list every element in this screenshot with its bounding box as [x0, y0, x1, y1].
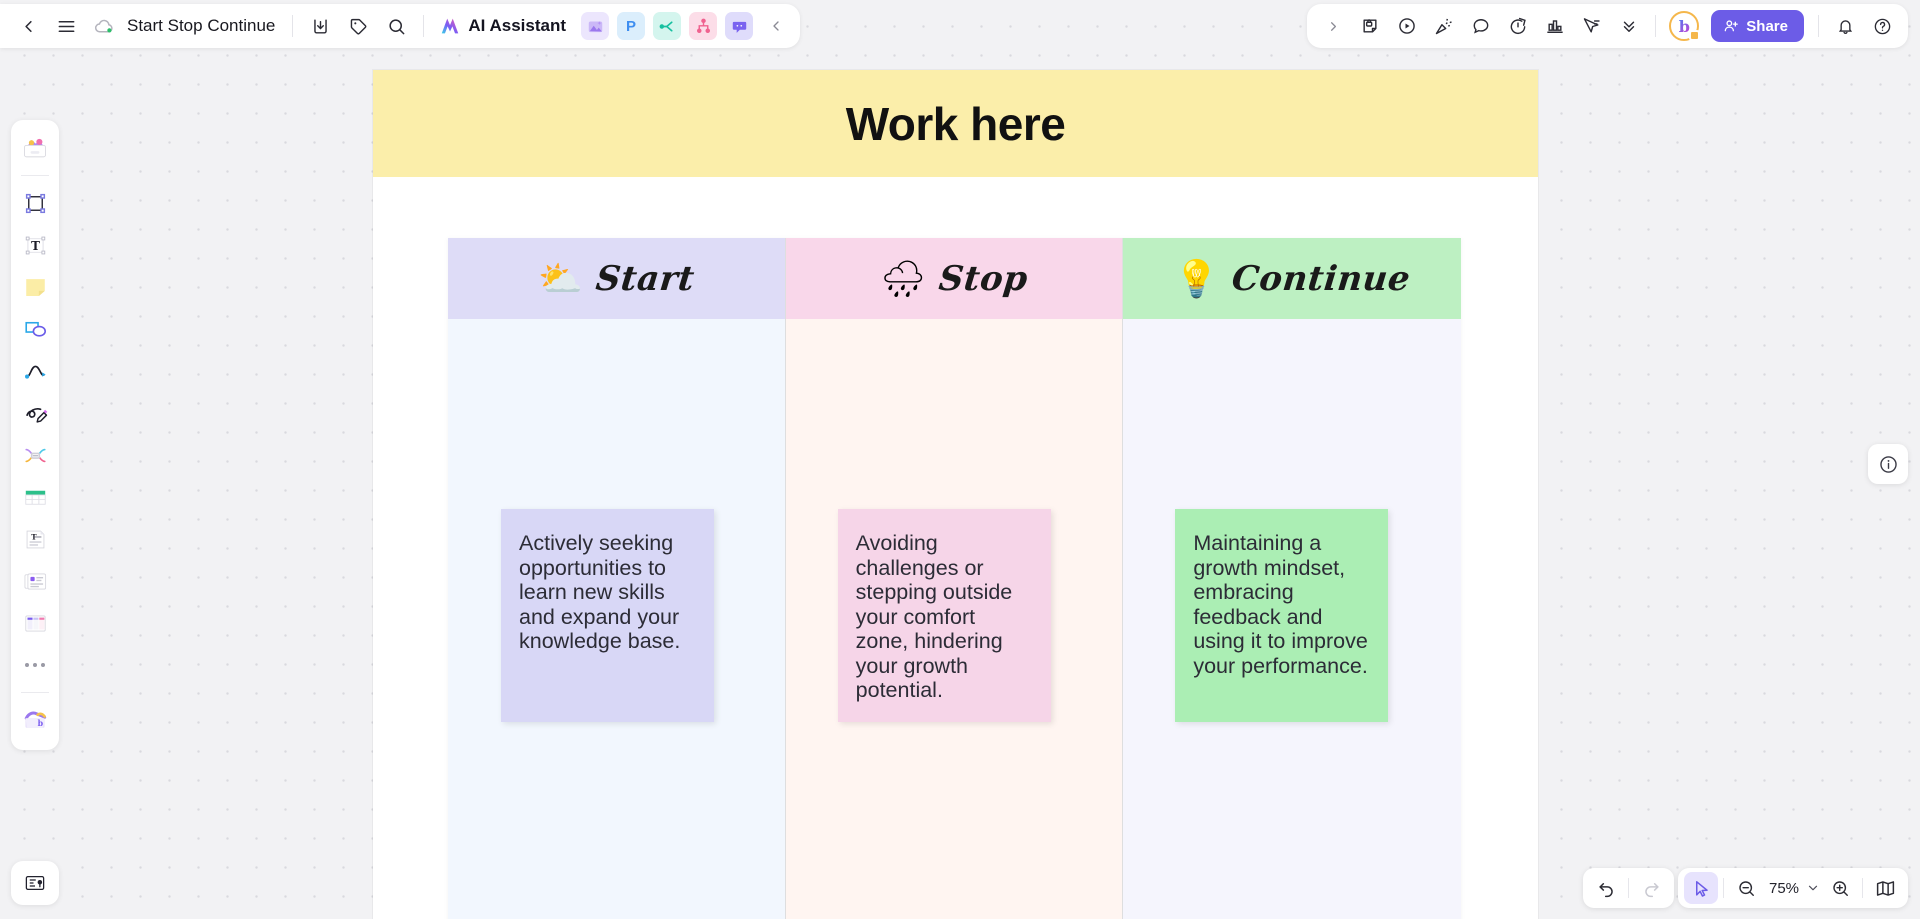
column-header-stop[interactable]: 🌧 Stop: [785, 238, 1124, 319]
sidebar-item-frame[interactable]: [15, 183, 55, 223]
sidebar-item-templates[interactable]: [15, 128, 55, 168]
avatar-initial: b: [1678, 16, 1690, 36]
divider: [1655, 15, 1657, 37]
top-bar-right-group: b Share: [1307, 4, 1908, 48]
chevrons-down-icon[interactable]: [1611, 8, 1647, 44]
export-download-icon[interactable]: [302, 8, 338, 44]
undo-button[interactable]: [1589, 872, 1623, 904]
divider: [21, 692, 49, 693]
divider: [423, 15, 425, 37]
chevron-down-icon: [1808, 885, 1818, 891]
mini-app-chat[interactable]: [725, 12, 753, 40]
vote-chart-icon[interactable]: [1537, 8, 1573, 44]
more-dots-icon: [25, 663, 45, 667]
bell-icon[interactable]: [1827, 8, 1863, 44]
sidebar-item-table[interactable]: [15, 477, 55, 517]
zoom-controls-group: 75%: [1678, 868, 1908, 908]
mini-app-image-generator[interactable]: [581, 12, 609, 40]
help-circle-icon[interactable]: [1864, 8, 1900, 44]
undo-redo-group: [1583, 868, 1674, 908]
start-stop-continue-table: ⛅ Start Actively seeking opportunities t…: [448, 238, 1462, 919]
divider: [1818, 15, 1819, 37]
column-header-continue[interactable]: 💡 Continue: [1123, 238, 1462, 319]
svg-text:b: b: [38, 719, 44, 728]
sticky-note[interactable]: Avoiding challenges or stepping outside …: [837, 509, 1051, 722]
sun-behind-cloud-icon: ⛅: [538, 257, 584, 299]
column-title-start: Start: [593, 258, 697, 299]
more-tools-button[interactable]: [15, 645, 55, 685]
rain-cloud-icon: 🌧: [880, 257, 926, 299]
sidebar-item-document[interactable]: T: [15, 519, 55, 559]
zoom-in-button[interactable]: [1823, 872, 1857, 904]
ai-sparkle-icon: [442, 18, 459, 34]
share-button[interactable]: Share: [1711, 10, 1804, 42]
sidebar-item-ai-tools[interactable]: b: [15, 700, 55, 740]
mini-app-mindmap[interactable]: [689, 12, 717, 40]
sticky-note[interactable]: Actively seeking opportunities to learn …: [501, 509, 714, 722]
play-circle-icon[interactable]: [1389, 8, 1425, 44]
info-button[interactable]: [1868, 444, 1908, 484]
expand-toolbar-button[interactable]: [1315, 8, 1351, 44]
sidebar-item-cards[interactable]: [15, 561, 55, 601]
board-canvas[interactable]: Work here ⛅ Start Actively seeking oppor…: [0, 0, 1920, 919]
column-continue[interactable]: 💡 Continue Maintaining a growth mindset,…: [1123, 238, 1462, 919]
info-circle-icon: [1879, 455, 1897, 473]
add-person-icon: [1724, 20, 1739, 32]
search-icon[interactable]: [378, 8, 414, 44]
sidebar-item-text[interactable]: T: [15, 225, 55, 265]
sticky-note[interactable]: Maintaining a growth mindset, embracing …: [1175, 509, 1389, 722]
frame-title: Work here: [373, 70, 1538, 177]
sidebar-item-sticky-note[interactable]: [15, 267, 55, 307]
minimap-button[interactable]: [1868, 872, 1902, 904]
divider: [1723, 878, 1724, 898]
ai-assistant-button[interactable]: AI Assistant: [433, 15, 576, 37]
cursor-select-button[interactable]: [1684, 872, 1718, 904]
ai-assistant-label: AI Assistant: [468, 16, 566, 35]
avatar[interactable]: b: [1669, 11, 1701, 41]
column-start[interactable]: ⛅ Start Actively seeking opportunities t…: [448, 238, 786, 919]
column-stop[interactable]: 🌧 Stop Avoiding challenges or stepping o…: [785, 238, 1124, 919]
share-label: Share: [1746, 17, 1788, 35]
sidebar-item-kanban[interactable]: [15, 603, 55, 643]
redo-button[interactable]: [1634, 872, 1668, 904]
cloud-saved-icon: [86, 8, 122, 44]
column-body-stop[interactable]: Avoiding challenges or stepping outside …: [785, 319, 1124, 919]
sidebar-item-mindmap[interactable]: [15, 435, 55, 475]
divider: [292, 15, 294, 37]
sidebar-item-shapes[interactable]: [15, 309, 55, 349]
top-bar-left-group: Start Stop Continue AI Assistant P: [0, 4, 800, 48]
zoom-dropdown-button[interactable]: [1803, 872, 1823, 904]
cursor-flag-icon[interactable]: [1574, 8, 1610, 44]
minimap-icon: [1876, 880, 1894, 896]
column-body-start[interactable]: Actively seeking opportunities to learn …: [448, 319, 786, 919]
column-body-continue[interactable]: Maintaining a growth mindset, embracing …: [1123, 319, 1462, 919]
sidebar-item-connector[interactable]: [15, 351, 55, 391]
mini-app-presentation[interactable]: P: [617, 12, 645, 40]
app-root: Work here ⛅ Start Actively seeking oppor…: [0, 0, 1920, 919]
tool-rail: T T b: [11, 120, 59, 750]
column-header-start[interactable]: ⛅ Start: [448, 238, 786, 319]
timer-icon[interactable]: [1500, 8, 1536, 44]
sidebar-item-pen[interactable]: [15, 393, 55, 433]
zoom-level-label[interactable]: 75%: [1763, 880, 1803, 897]
divider: [1628, 878, 1629, 898]
light-bulb-icon: 💡: [1174, 257, 1220, 299]
board-title[interactable]: Start Stop Continue: [124, 16, 283, 36]
mini-app-flowchart[interactable]: [653, 12, 681, 40]
svg-text:T: T: [31, 239, 40, 253]
comment-icon[interactable]: [1463, 8, 1499, 44]
collapse-ai-bar-button[interactable]: [758, 8, 794, 44]
zoom-out-button[interactable]: [1729, 872, 1763, 904]
divider: [21, 175, 49, 176]
avatar-badge: [1689, 30, 1701, 41]
presentation-mode-button[interactable]: [11, 861, 59, 905]
menu-button[interactable]: [48, 8, 84, 44]
celebrate-icon[interactable]: [1426, 8, 1462, 44]
column-title-continue: Continue: [1229, 258, 1413, 299]
column-title-stop: Stop: [936, 258, 1030, 299]
sticky-note-lock-icon[interactable]: [1352, 8, 1388, 44]
back-button[interactable]: [10, 8, 46, 44]
divider: [1862, 878, 1863, 898]
tag-icon[interactable]: [340, 8, 376, 44]
